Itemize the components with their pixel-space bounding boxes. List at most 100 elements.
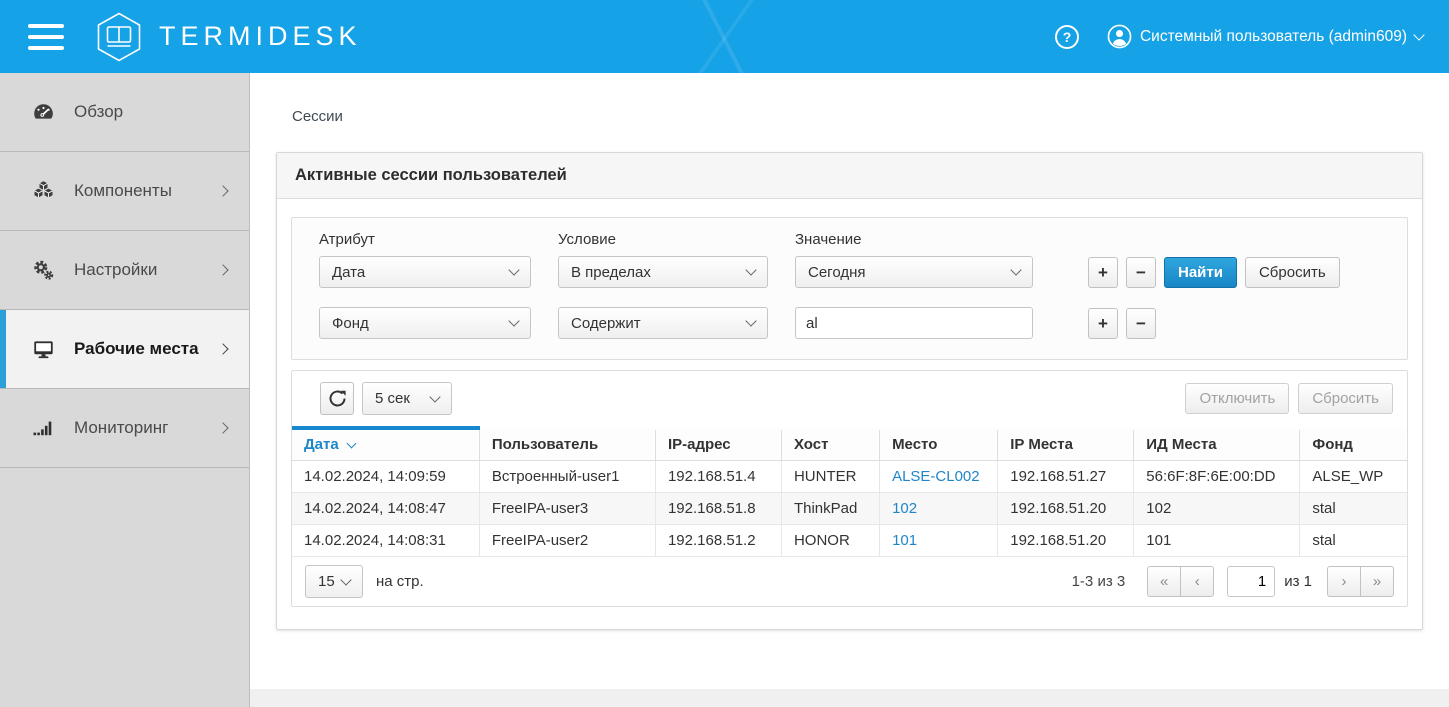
sidebar-item-overview[interactable]: Обзор xyxy=(0,73,249,152)
chevron-right-icon xyxy=(217,422,228,433)
sessions-table: ДатаПользовательIP-адресХостМестоIP Мест… xyxy=(292,426,1407,557)
breadcrumb: Сессии xyxy=(292,108,1423,125)
panel-title: Активные сессии пользователей xyxy=(277,153,1422,199)
column-header[interactable]: IP Места xyxy=(998,428,1134,461)
reset-filters-button[interactable]: Сбросить xyxy=(1245,257,1340,288)
sidebar-item-components[interactable]: Компоненты xyxy=(0,152,249,231)
sidebar-item-label: Обзор xyxy=(74,102,227,122)
pagination: 1-3 из 3 « ‹ из 1 › » xyxy=(1072,566,1394,597)
condition-label: Условие xyxy=(558,231,768,248)
condition-field-2: Содержит xyxy=(558,307,768,339)
filter-row-2: Фонд Содержит xyxy=(319,307,1387,339)
column-header[interactable]: Дата xyxy=(292,428,479,461)
workplace-link[interactable]: ALSE-CL002 xyxy=(892,468,980,485)
refresh-interval-value: 5 сек xyxy=(375,390,410,407)
add-filter-button[interactable]: + xyxy=(1088,308,1118,339)
search-button[interactable]: Найти xyxy=(1164,257,1237,288)
chevron-down-icon xyxy=(1413,29,1424,40)
chevron-down-icon xyxy=(340,574,351,585)
table-toolbar: 5 сек Отключить Сбросить xyxy=(292,371,1407,426)
condition-select-2-value: Содержит xyxy=(571,315,641,332)
condition-select[interactable]: В пределах xyxy=(558,256,768,288)
filter-row-1-actions: + − Найти Сбросить xyxy=(1088,257,1340,288)
page-size-select[interactable]: 15 xyxy=(305,565,363,598)
value-input[interactable] xyxy=(795,307,1033,339)
sidebar-item-settings[interactable]: Настройки xyxy=(0,231,249,310)
filter-row-2-actions: + − xyxy=(1088,308,1156,339)
brand: TERMIDESK xyxy=(94,12,362,62)
page-size-value: 15 xyxy=(318,573,335,590)
table-row: 14.02.2024, 14:08:31FreeIPA-user2192.168… xyxy=(292,525,1407,557)
attribute-select[interactable]: Дата xyxy=(319,256,531,288)
value-select-value: Сегодня xyxy=(808,264,866,281)
last-page-button[interactable]: » xyxy=(1360,566,1394,597)
disconnect-button[interactable]: Отключить xyxy=(1185,383,1289,414)
sidebar-item-label: Мониторинг xyxy=(74,418,211,438)
chevron-down-icon xyxy=(429,391,440,402)
reset-sessions-button[interactable]: Сбросить xyxy=(1298,383,1393,414)
top-bar-right: ? Системный пользователь (admin609) xyxy=(1055,24,1423,49)
condition-select-2[interactable]: Содержит xyxy=(558,307,768,339)
column-header[interactable]: ИД Места xyxy=(1134,428,1300,461)
sidebar-item-workplaces[interactable]: Рабочие места xyxy=(0,310,249,389)
dashboard-icon xyxy=(30,100,57,124)
user-menu[interactable]: Системный пользователь (admin609) xyxy=(1107,24,1423,49)
column-header[interactable]: Пользователь xyxy=(479,428,655,461)
table-row: 14.02.2024, 14:09:59Встроенный-user1192.… xyxy=(292,461,1407,493)
value-field-2 xyxy=(795,307,1033,339)
pagination-summary: 1-3 из 3 xyxy=(1072,573,1126,590)
refresh-button[interactable] xyxy=(320,382,354,415)
value-label: Значение xyxy=(795,231,1033,248)
attribute-select-value: Дата xyxy=(332,264,365,281)
sidebar-item-label: Компоненты xyxy=(74,181,211,201)
column-header[interactable]: IP-адрес xyxy=(655,428,781,461)
sort-caret-icon xyxy=(346,439,356,449)
workplaces-icon xyxy=(30,337,57,361)
pagination-back-group: « ‹ xyxy=(1147,566,1214,597)
top-bar: TERMIDESK ? Системный пользователь (admi… xyxy=(0,0,1449,73)
chevron-down-icon xyxy=(508,315,519,326)
workplace-link[interactable]: 102 xyxy=(892,500,917,517)
chevron-right-icon xyxy=(217,264,228,275)
hamburger-menu-icon[interactable] xyxy=(28,24,64,50)
prev-page-button[interactable]: ‹ xyxy=(1180,566,1214,597)
chevron-right-icon xyxy=(217,185,228,196)
help-icon[interactable]: ? xyxy=(1055,25,1079,49)
chevron-down-icon xyxy=(508,264,519,275)
add-filter-button[interactable]: + xyxy=(1088,257,1118,288)
main-content: Сессии Активные сессии пользователей Атр… xyxy=(250,73,1449,707)
attribute-select-2[interactable]: Фонд xyxy=(319,307,531,339)
settings-icon xyxy=(30,258,57,282)
user-name-label: Системный пользователь (admin609) xyxy=(1140,28,1407,46)
panel-body: Атрибут Дата Условие В пределах xyxy=(277,199,1422,629)
workplace-link[interactable]: 101 xyxy=(892,532,917,549)
remove-filter-button[interactable]: − xyxy=(1126,257,1156,288)
column-header[interactable]: Место xyxy=(880,428,998,461)
refresh-icon xyxy=(329,390,346,407)
next-page-button[interactable]: › xyxy=(1327,566,1361,597)
total-pages-label: из 1 xyxy=(1284,573,1312,590)
pagination-forward-group: › » xyxy=(1327,566,1394,597)
sidebar-item-monitoring[interactable]: Мониторинг xyxy=(0,389,249,468)
sessions-table-box: 5 сек Отключить Сбросить Да xyxy=(291,370,1408,607)
attribute-select-2-value: Фонд xyxy=(332,315,369,332)
value-select[interactable]: Сегодня xyxy=(795,256,1033,288)
attribute-field: Атрибут Дата xyxy=(319,231,531,288)
table-head-row: ДатаПользовательIP-адресХостМестоIP Мест… xyxy=(292,428,1407,461)
column-header[interactable]: Хост xyxy=(781,428,879,461)
first-page-button[interactable]: « xyxy=(1147,566,1181,597)
page-number-input[interactable] xyxy=(1227,566,1275,597)
monitoring-icon xyxy=(30,416,57,440)
sidebar: Обзор Компоненты xyxy=(0,73,250,707)
remove-filter-button[interactable]: − xyxy=(1126,308,1156,339)
table-toolbar-actions: Отключить Сбросить xyxy=(1185,383,1393,414)
termidesk-logo-icon xyxy=(94,12,144,62)
column-header[interactable]: Фонд xyxy=(1300,428,1407,461)
table-row: 14.02.2024, 14:08:47FreeIPA-user3192.168… xyxy=(292,493,1407,525)
condition-field: Условие В пределах xyxy=(558,231,768,288)
table-footer: 15 на стр. 1-3 из 3 « ‹ из 1 xyxy=(292,557,1407,606)
attribute-label: Атрибут xyxy=(319,231,531,248)
attribute-field-2: Фонд xyxy=(319,307,531,339)
refresh-interval-select[interactable]: 5 сек xyxy=(362,382,452,415)
filter-box: Атрибут Дата Условие В пределах xyxy=(291,217,1408,360)
